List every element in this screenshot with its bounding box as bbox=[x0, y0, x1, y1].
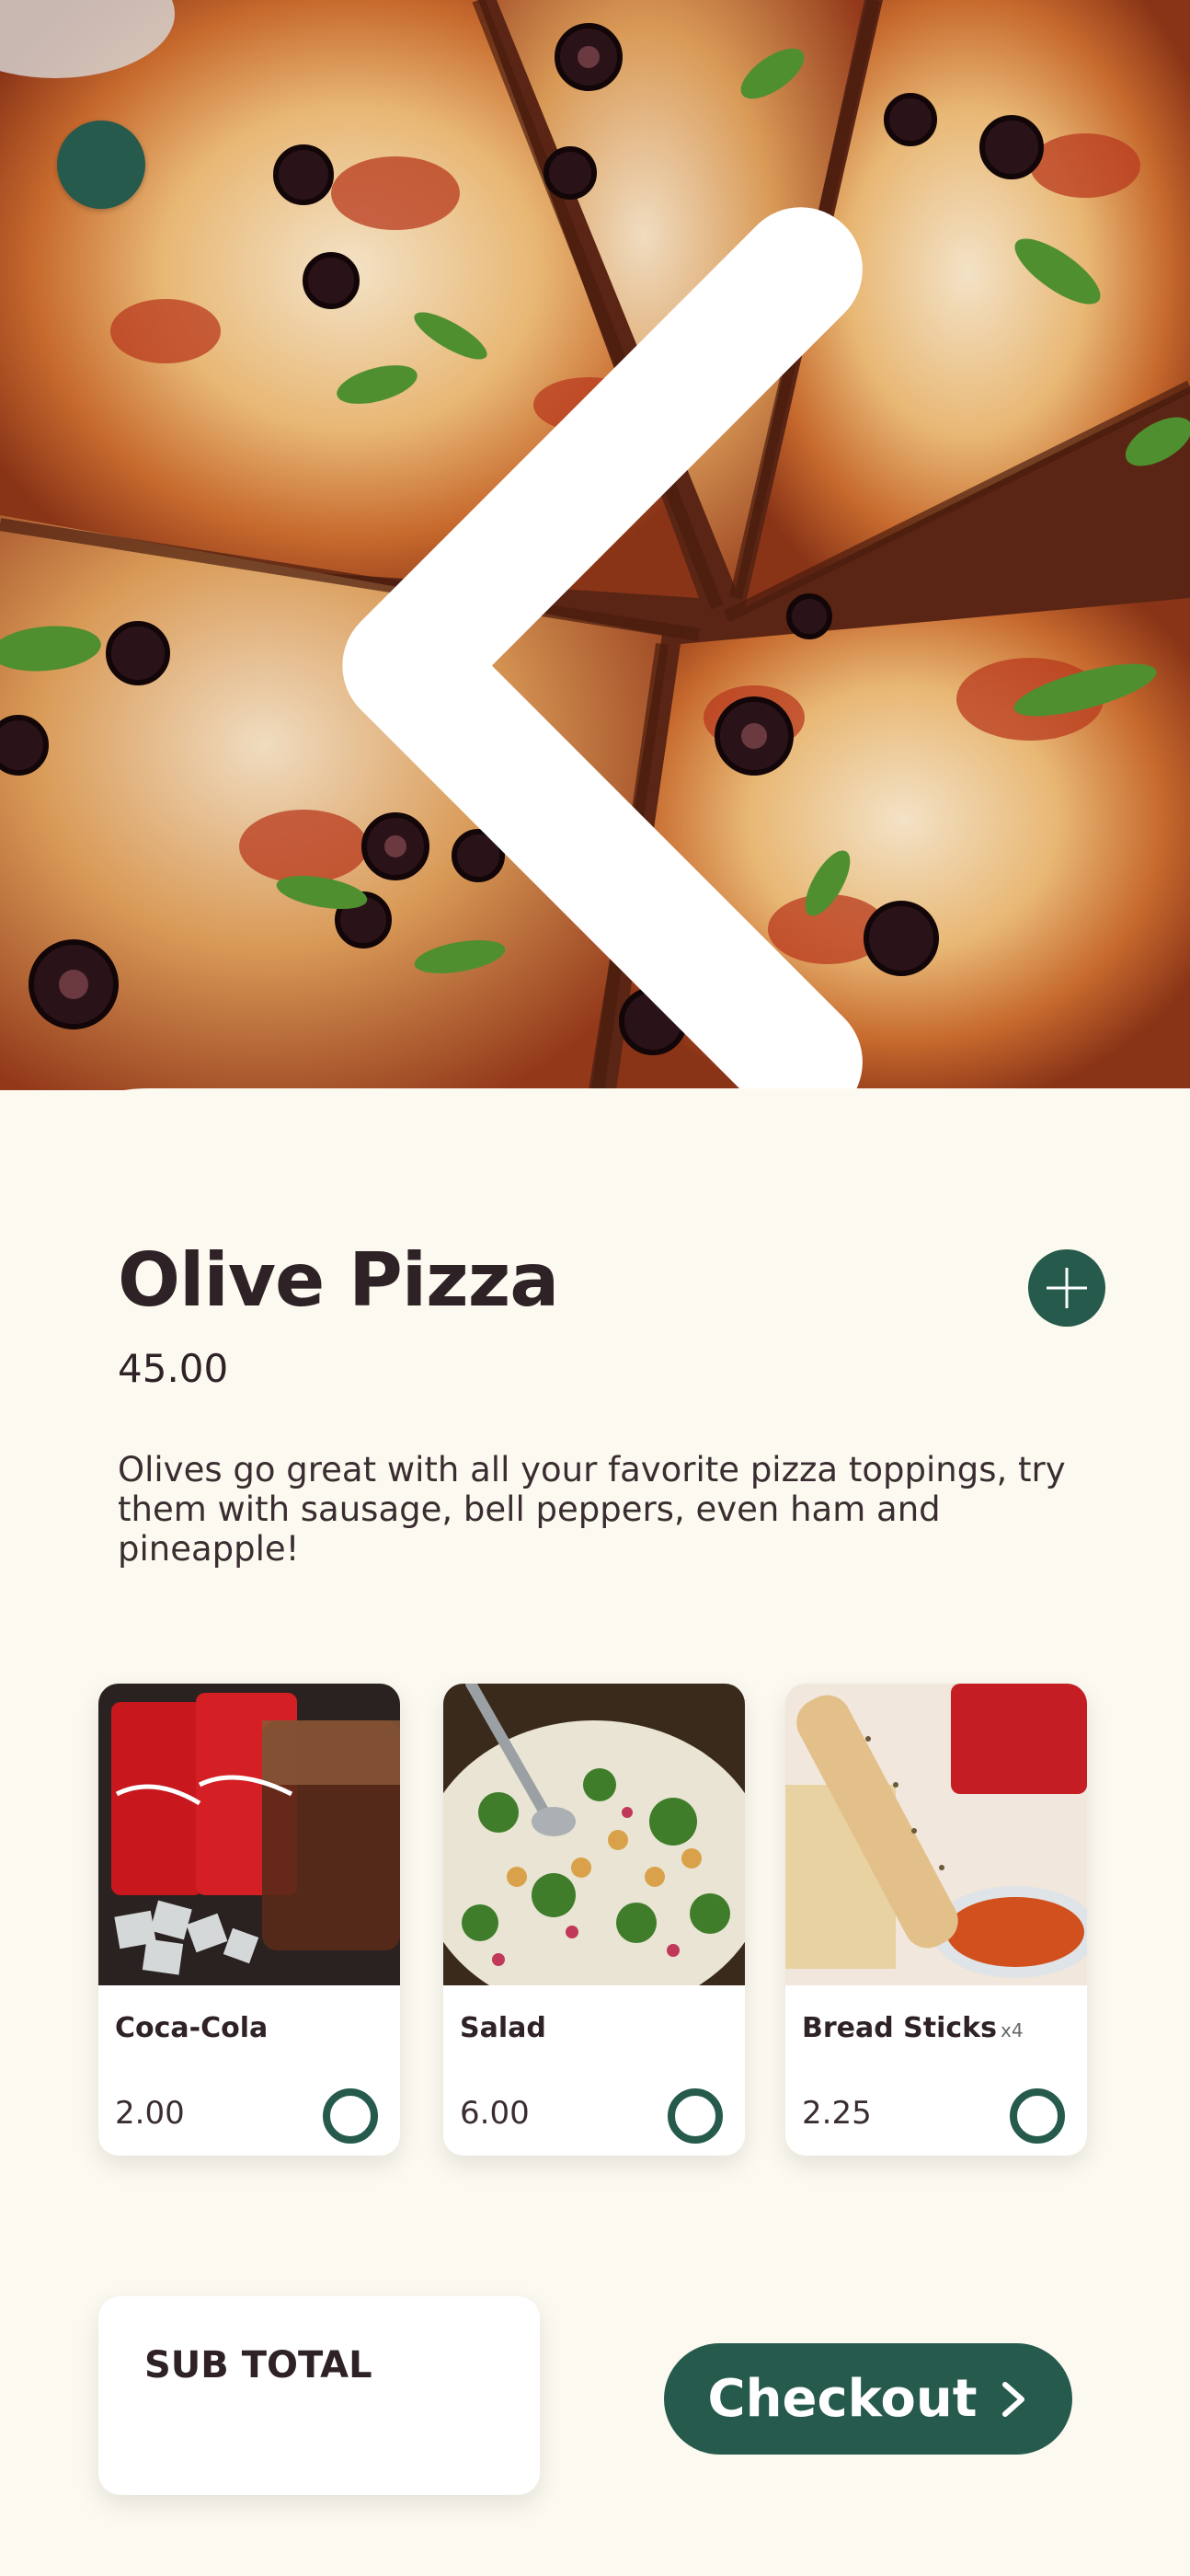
select-radio-coca-cola[interactable] bbox=[323, 2088, 378, 2144]
chevron-right-icon bbox=[1001, 2381, 1024, 2417]
extra-card-salad[interactable]: Salad 6.00 bbox=[443, 1684, 745, 2156]
checkout-label: Checkout bbox=[707, 2369, 978, 2429]
back-button[interactable] bbox=[57, 121, 863, 1090]
extra-name: Bread Sticks x4 bbox=[802, 2012, 1024, 2044]
product-title: Olive Pizza bbox=[118, 1237, 559, 1323]
select-radio-bread-sticks[interactable] bbox=[1010, 2088, 1065, 2144]
subtotal-label: SUB TOTAL bbox=[144, 2344, 372, 2386]
extra-price: 2.25 bbox=[802, 2095, 872, 2132]
subtotal-panel: SUB TOTAL bbox=[98, 2296, 540, 2495]
coca-cola-illustration bbox=[98, 1684, 400, 1985]
product-detail-screen: Olive Pizza 45.00 Olives go great with a… bbox=[0, 0, 1190, 2576]
extra-price: 2.00 bbox=[115, 2095, 185, 2132]
extra-card-bread-sticks[interactable]: Bread Sticks x4 2.25 bbox=[785, 1684, 1087, 2156]
salad-image bbox=[443, 1684, 745, 1985]
bread-sticks-illustration bbox=[785, 1684, 1087, 1985]
checkout-button[interactable]: Checkout bbox=[664, 2343, 1072, 2455]
add-to-cart-button[interactable] bbox=[1028, 1249, 1105, 1327]
extra-price: 6.00 bbox=[460, 2095, 530, 2132]
plus-icon bbox=[1047, 1268, 1087, 1308]
coca-cola-image bbox=[98, 1684, 400, 1985]
bread-sticks-image bbox=[785, 1684, 1087, 1985]
select-radio-salad[interactable] bbox=[668, 2088, 723, 2144]
chevron-left-icon bbox=[342, 207, 863, 1090]
salad-illustration bbox=[443, 1684, 745, 1985]
extra-card-coca-cola[interactable]: Coca-Cola 2.00 bbox=[98, 1684, 400, 2156]
extra-name: Coca-Cola bbox=[115, 2012, 269, 2044]
pizza-hero-image bbox=[0, 0, 1190, 1090]
product-price: 45.00 bbox=[118, 1346, 229, 1391]
product-description: Olives go great with all your favorite p… bbox=[118, 1450, 1066, 1569]
extra-name: Salad bbox=[460, 2012, 546, 2044]
